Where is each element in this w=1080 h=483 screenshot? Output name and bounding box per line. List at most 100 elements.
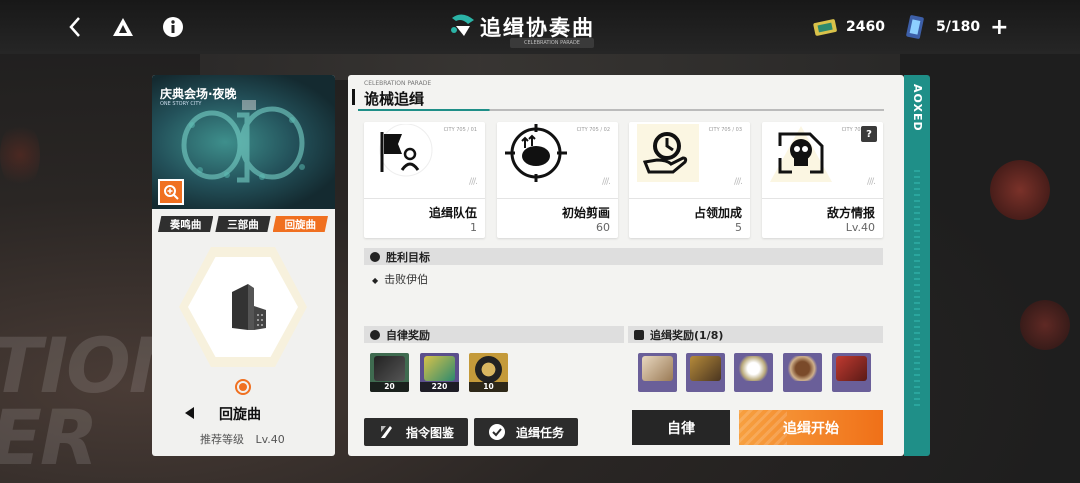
card-value: 1	[470, 221, 477, 234]
reward-art	[738, 356, 769, 381]
self-reward-title: 自律奖励	[386, 328, 430, 342]
tab-sonata[interactable]: 奏鸣曲	[158, 216, 214, 232]
chase-mission-button[interactable]: 追缉任务	[474, 418, 578, 446]
command-guide-button[interactable]: 指令图鉴	[364, 418, 468, 446]
ticket-counter[interactable]: 2460	[812, 14, 885, 40]
reward-count: 220	[420, 382, 459, 392]
ticket-count: 2460	[846, 19, 885, 35]
coin-icon	[475, 356, 502, 383]
self-reward-header: 自律奖励	[364, 326, 624, 343]
stamina-counter[interactable]: 5/180 +	[902, 14, 1009, 40]
card-label: 初始剪画	[561, 206, 610, 220]
chase-reward-item[interactable]	[783, 353, 822, 392]
map-subtitle: ONE STORY CITY	[160, 101, 202, 107]
chase-reward-item[interactable]	[832, 353, 871, 392]
chase-reward-item[interactable]	[638, 353, 677, 392]
card-value: Lv.40	[845, 221, 875, 234]
gear-icon	[370, 329, 380, 340]
difficulty-tabs: 奏鸣曲 三部曲 回旋曲	[158, 216, 330, 232]
section-title: 诡械追缉	[364, 90, 425, 108]
back-icon[interactable]	[62, 14, 88, 40]
info-icon[interactable]	[160, 14, 186, 40]
home-icon[interactable]	[110, 14, 136, 40]
card-hatch: ///.	[602, 177, 611, 187]
skull-intel-icon	[770, 126, 832, 182]
stage-panel: 庆典会场·夜晚 ONE STORY CITY 奏鸣曲 三部曲 回旋曲 回旋曲 推…	[152, 75, 335, 456]
background-lantern	[990, 160, 1050, 220]
card-hatch: ///.	[867, 177, 876, 187]
chase-mission-label: 追缉任务	[515, 425, 564, 440]
page-subtitle: CELEBRATION PARADE	[510, 38, 594, 48]
card-code: CITY 705 / 01	[443, 127, 477, 133]
victory-goal-item: 击败伊伯	[372, 271, 428, 287]
team-flag-icon	[379, 124, 433, 177]
reward-item[interactable]: 20	[370, 353, 409, 392]
card-enemy-intel[interactable]: CITY 705 / 04 ? ///. 敌方情报 Lv.40	[762, 122, 883, 238]
background-lantern	[1020, 300, 1070, 350]
chase-reward-header: 追缉奖励(1/8)	[628, 326, 883, 343]
card-divider	[762, 198, 883, 199]
section-header: CELEBRATION PARADE 诡械追缉	[348, 75, 904, 113]
event-logo-icon	[451, 14, 474, 36]
zoom-in-button[interactable]	[158, 179, 184, 205]
background-lantern	[0, 120, 40, 190]
stamina-count: 5/180	[936, 19, 981, 35]
section-divider	[358, 109, 884, 111]
card-value: 5	[735, 221, 742, 234]
target-icon	[370, 251, 380, 262]
card-divider	[497, 198, 618, 199]
reward-art	[642, 356, 673, 381]
card-label: 追缉队伍	[428, 206, 477, 220]
tab-rondo[interactable]: 回旋曲	[272, 216, 328, 232]
ticket-icon	[424, 356, 455, 381]
card-label: 敌方情报	[826, 206, 875, 220]
card-divider	[629, 198, 750, 199]
main-panel: CELEBRATION PARADE 诡械追缉 CITY 705 / 01 //…	[348, 75, 904, 456]
help-icon[interactable]: ?	[861, 126, 877, 142]
card-code: CITY 705 / 03	[708, 127, 742, 133]
reward-art	[374, 356, 405, 381]
section-subtitle: CELEBRATION PARADE	[364, 80, 432, 87]
card-hatch: ///.	[734, 177, 743, 187]
battery-icon	[906, 15, 924, 39]
prev-mode-arrow-icon[interactable]	[185, 407, 194, 419]
reward-item[interactable]: 10	[469, 353, 508, 392]
side-strip-lines	[914, 170, 920, 410]
card-divider	[364, 198, 485, 199]
victory-goal-header: 胜利目标	[364, 248, 883, 265]
victory-goal-title: 胜利目标	[386, 250, 430, 264]
card-label: 占领加成	[693, 206, 742, 220]
mode-indicator	[235, 379, 251, 395]
reward-item[interactable]: 220	[420, 353, 459, 392]
section-tick	[352, 89, 355, 105]
card-hatch: ///.	[469, 177, 478, 187]
auto-button[interactable]: 自律	[632, 410, 730, 445]
stage-map-image[interactable]: 庆典会场·夜晚 ONE STORY CITY	[152, 75, 335, 209]
reward-art	[690, 356, 721, 381]
chase-reward-item[interactable]	[734, 353, 773, 392]
side-strip-text: AOXED	[911, 84, 924, 132]
title-block: 追缉协奏曲 CELEBRATION PARADE	[430, 8, 650, 48]
cut-bag-icon	[505, 124, 567, 182]
reward-art	[787, 356, 818, 381]
mode-name: 回旋曲	[219, 407, 261, 423]
card-initial-clip[interactable]: CITY 705 / 02 ///. 初始剪画 60	[497, 122, 618, 238]
card-team[interactable]: CITY 705 / 01 ///. 追缉队伍 1	[364, 122, 485, 238]
level-label: 推荐等级	[200, 433, 244, 446]
map-title: 庆典会场·夜晚	[160, 87, 237, 101]
command-icon	[380, 426, 392, 438]
zoom-in-icon	[164, 185, 179, 200]
chest-icon	[634, 329, 644, 340]
start-chase-button[interactable]: 追缉开始	[739, 410, 883, 445]
building-icon	[232, 284, 266, 330]
add-stamina-button[interactable]: +	[990, 15, 1008, 40]
command-guide-label: 指令图鉴	[405, 425, 454, 440]
hand-bonus-icon	[637, 124, 699, 182]
card-value: 60	[596, 221, 610, 234]
card-occupy-bonus[interactable]: CITY 705 / 03 ///. 占领加成 5	[629, 122, 750, 238]
tab-trilogy[interactable]: 三部曲	[215, 216, 271, 232]
card-code: CITY 705 / 02	[576, 127, 610, 133]
ticket-icon	[813, 19, 837, 36]
chase-reward-item[interactable]	[686, 353, 725, 392]
chase-reward-title: 追缉奖励(1/8)	[650, 328, 724, 342]
